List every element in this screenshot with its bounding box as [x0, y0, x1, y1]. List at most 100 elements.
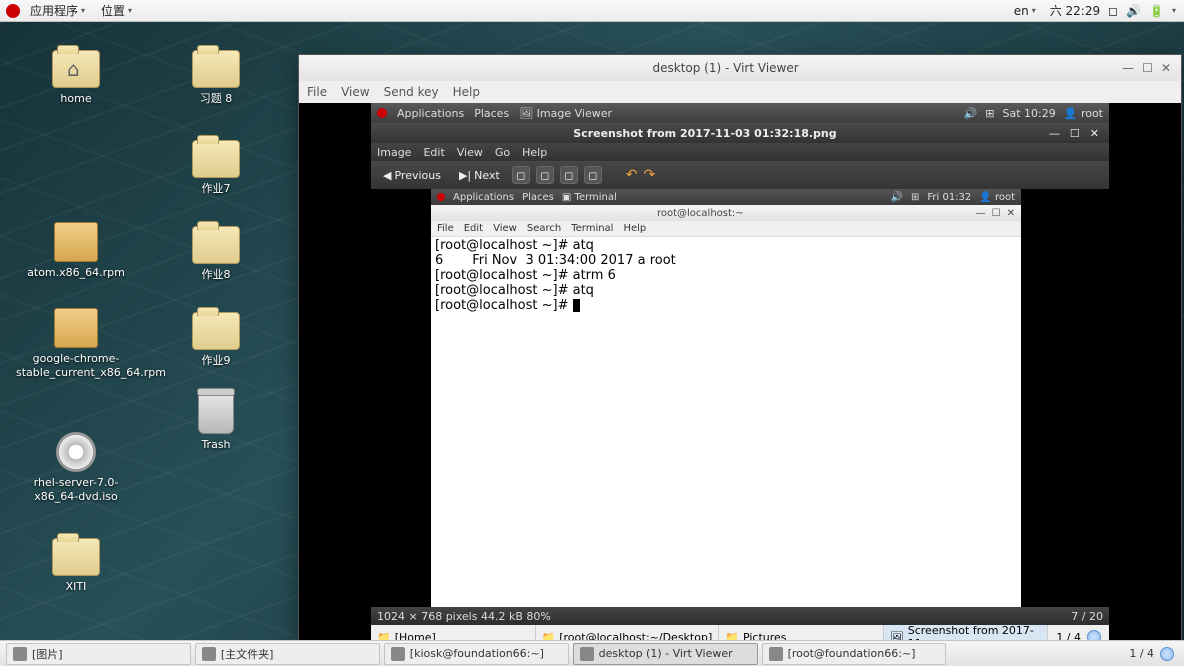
guest-user[interactable]: 👤 root [1064, 107, 1103, 120]
inner-user: 👤 root [979, 192, 1015, 203]
terminal-menubar: File Edit View Search Terminal Help [431, 221, 1021, 237]
close-button[interactable]: ✕ [1161, 61, 1171, 75]
desktop-icon-hw8[interactable]: 作业8 [156, 226, 276, 282]
task-pictures[interactable]: [图片] [6, 643, 191, 665]
menu-places[interactable]: 位置▾ [95, 2, 138, 19]
display-icon [580, 647, 594, 661]
iv-minimize-button[interactable]: — [1049, 127, 1060, 140]
desktop-icon-xiti8[interactable]: 习题 8 [156, 50, 276, 106]
guest-places[interactable]: Places [474, 107, 509, 120]
folder-icon [202, 647, 216, 661]
iv-menu-edit[interactable]: Edit [423, 146, 444, 159]
cursor-icon [573, 299, 580, 312]
inner-guest-topbar: Applications Places ▣ Terminal 🔊 ⊞ Fri 0… [431, 189, 1021, 205]
host-topbar: 应用程序▾ 位置▾ en▾ 六 22:29 ◻ 🔊 🔋 ▾ [0, 0, 1184, 22]
desktop-icon-hw7[interactable]: 作业7 [156, 140, 276, 196]
screen-icon[interactable]: ◻ [1108, 4, 1118, 18]
folder-icon [13, 647, 27, 661]
next-button[interactable]: ▶| Next [453, 166, 506, 185]
imageviewer-toolbar: ◀ Previous ▶| Next ◻ ◻ ◻ ◻ ↶ ↷ [371, 161, 1109, 189]
inner-volume-icon: 🔊 [891, 192, 903, 203]
terminal-output: [root@localhost ~]# atq 6 Fri Nov 3 01:3… [431, 237, 1021, 316]
term-menu-search: Search [527, 223, 561, 234]
guest-logo-icon [377, 108, 387, 118]
inner-clock: Fri 01:32 [927, 192, 971, 203]
zoom-out-icon[interactable]: ◻ [536, 166, 554, 184]
zoom-fit-icon[interactable]: ◻ [560, 166, 578, 184]
inner-logo-icon [437, 193, 445, 201]
clock: 六 22:29 [1050, 2, 1100, 19]
status-page: 7 / 20 [1071, 610, 1103, 623]
imageviewer-menubar: Image Edit View Go Help [371, 143, 1109, 161]
rotate-right-icon[interactable]: ↷ [644, 167, 656, 183]
inner-net-icon: ⊞ [911, 192, 919, 203]
guest-display: Applications Places 🖼 Image Viewer 🔊 ⊞ S… [371, 103, 1109, 659]
zoom-100-icon[interactable]: ◻ [584, 166, 602, 184]
iv-menu-view[interactable]: View [457, 146, 483, 159]
virt-menubar: File View Send key Help [299, 81, 1181, 103]
iv-menu-help[interactable]: Help [522, 146, 547, 159]
iv-close-button[interactable]: ✕ [1090, 127, 1099, 140]
guest-topbar: Applications Places 🖼 Image Viewer 🔊 ⊞ S… [371, 103, 1109, 123]
desktop-icon-home[interactable]: ⌂home [16, 50, 136, 106]
virt-menu-view[interactable]: View [341, 85, 369, 99]
status-dimensions: 1024 × 768 pixels 44.2 kB 80% [377, 610, 551, 623]
prev-button[interactable]: ◀ Previous [377, 166, 447, 185]
term-menu-file: File [437, 223, 454, 234]
guest-volume-icon[interactable]: 🔊 [964, 107, 978, 120]
guest-clock: Sat 10:29 [1003, 107, 1056, 120]
task-kiosk-term[interactable]: [kiosk@foundation66:~] [384, 643, 569, 665]
imageviewer-titlebar[interactable]: Screenshot from 2017-11-03 01:32:18.png … [371, 123, 1109, 143]
term-menu-edit: Edit [464, 223, 483, 234]
task-root-term[interactable]: [root@foundation66:~] [762, 643, 947, 665]
iv-menu-go[interactable]: Go [495, 146, 510, 159]
menu-applications[interactable]: 应用程序▾ [24, 2, 91, 19]
terminal-titlebar: root@localhost:~ —☐✕ [431, 205, 1021, 221]
imageviewer-canvas: Applications Places ▣ Terminal 🔊 ⊞ Fri 0… [371, 189, 1109, 607]
inner-terminal-btn: ▣ Terminal [562, 192, 617, 203]
task-home[interactable]: [主文件夹] [195, 643, 380, 665]
battery-icon[interactable]: 🔋 [1149, 4, 1164, 18]
imageviewer-statusbar: 1024 × 768 pixels 44.2 kB 80% 7 / 20 [371, 607, 1109, 625]
term-menu-help: Help [623, 223, 646, 234]
desktop-icon-chrome[interactable]: google-chrome-stable_current_x86_64.rpm [16, 308, 136, 381]
virt-menu-help[interactable]: Help [453, 85, 480, 99]
iv-menu-image[interactable]: Image [377, 146, 411, 159]
workspace-dot-icon[interactable] [1160, 647, 1174, 661]
desktop[interactable]: ⌂home 习题 8 作业7 atom.x86_64.rpm 作业8 googl… [0, 22, 1184, 640]
distro-logo-icon [6, 4, 20, 18]
desktop-icon-trash[interactable]: Trash [156, 392, 276, 452]
desktop-icon-rhel[interactable]: rhel-server-7.0-x86_64-dvd.iso [16, 432, 136, 505]
term-menu-terminal: Terminal [571, 223, 613, 234]
guest-imageviewer-btn[interactable]: 🖼 Image Viewer [519, 107, 612, 120]
guest-network-icon[interactable]: ⊞ [985, 107, 994, 120]
task-virt-viewer[interactable]: desktop (1) - Virt Viewer [573, 643, 758, 665]
guest-apps[interactable]: Applications [397, 107, 464, 120]
desktop-icon-atom[interactable]: atom.x86_64.rpm [16, 222, 136, 280]
maximize-button[interactable]: ☐ [1142, 61, 1153, 75]
system-menu-icon[interactable]: ▾ [1172, 6, 1176, 15]
terminal-title: root@localhost:~ [431, 208, 970, 219]
virt-titlebar[interactable]: desktop (1) - Virt Viewer — ☐ ✕ [299, 55, 1181, 81]
inner-places: Places [522, 192, 554, 203]
host-taskbar: [图片] [主文件夹] [kiosk@foundation66:~] deskt… [0, 640, 1184, 666]
virt-menu-sendkey[interactable]: Send key [384, 85, 439, 99]
terminal-icon [769, 647, 783, 661]
virt-viewer-window: desktop (1) - Virt Viewer — ☐ ✕ File Vie… [298, 54, 1182, 658]
rotate-left-icon[interactable]: ↶ [626, 167, 638, 183]
virt-title: desktop (1) - Virt Viewer [339, 61, 1112, 75]
input-lang[interactable]: en▾ [1008, 4, 1042, 18]
desktop-icon-hw9[interactable]: 作业9 [156, 312, 276, 368]
terminal-icon [391, 647, 405, 661]
zoom-in-icon[interactable]: ◻ [512, 166, 530, 184]
iv-maximize-button[interactable]: ☐ [1070, 127, 1080, 140]
workspace-switcher[interactable]: 1 / 4 [1119, 647, 1184, 661]
volume-icon[interactable]: 🔊 [1126, 4, 1141, 18]
desktop-icon-xiti[interactable]: XITI [16, 538, 136, 594]
virt-menu-file[interactable]: File [307, 85, 327, 99]
imageviewer-title: Screenshot from 2017-11-03 01:32:18.png [371, 127, 1039, 140]
screenshot-content: Applications Places ▣ Terminal 🔊 ⊞ Fri 0… [431, 189, 1021, 607]
term-menu-view: View [493, 223, 517, 234]
inner-apps: Applications [453, 192, 514, 203]
minimize-button[interactable]: — [1122, 61, 1134, 75]
